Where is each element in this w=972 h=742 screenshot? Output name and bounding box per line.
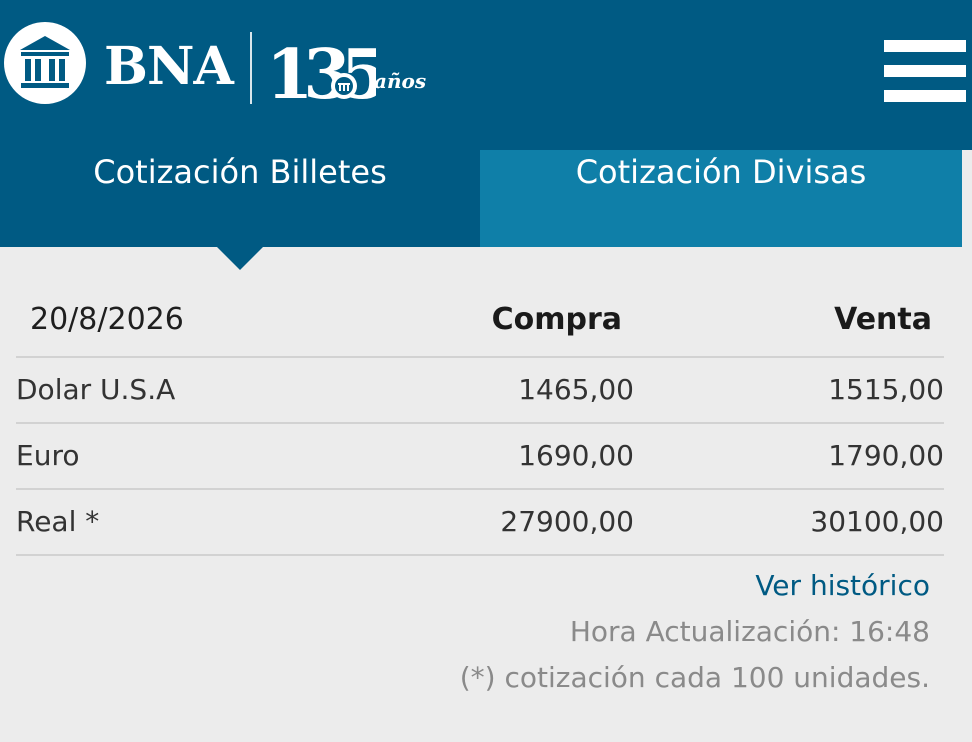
venta-value: 1790,00 <box>828 439 944 472</box>
venta-value: 1515,00 <box>828 373 944 406</box>
bank-building-icon <box>20 36 70 88</box>
tab-cotizacion-divisas[interactable]: Cotización Divisas <box>480 150 962 247</box>
compra-value: 27900,00 <box>500 505 634 538</box>
menu-bar <box>884 90 966 102</box>
currency-name: Dolar U.S.A <box>16 373 176 406</box>
anniversary-135-logo: 135 <box>266 35 376 110</box>
table-header: 20/8/2026 Compra Venta <box>16 290 944 358</box>
table-row: Dolar U.S.A 1465,00 1515,00 <box>16 358 944 424</box>
anniversary-suffix: años <box>374 69 427 93</box>
app-header: BNA 135 años <box>0 0 972 150</box>
ver-historico-link[interactable]: Ver histórico <box>755 566 930 606</box>
menu-bar <box>884 40 966 52</box>
rates-date: 20/8/2026 <box>30 302 184 337</box>
tab-label: Cotización Divisas <box>575 153 867 191</box>
rates-table: 20/8/2026 Compra Venta Dolar U.S.A 1465,… <box>16 290 944 556</box>
menu-bar <box>884 65 966 77</box>
active-tab-pointer <box>216 246 264 270</box>
footnote: (*) cotización cada 100 unidades. <box>459 661 930 694</box>
venta-value: 30100,00 <box>810 505 944 538</box>
currency-name: Real * <box>16 505 100 538</box>
currency-name: Euro <box>16 439 80 472</box>
brand-divider <box>250 32 252 104</box>
anniversary-number: 135 <box>266 35 376 110</box>
compra-value: 1465,00 <box>518 373 634 406</box>
table-row: Euro 1690,00 1790,00 <box>16 424 944 490</box>
update-time: Hora Actualización: 16:48 <box>569 615 930 648</box>
hamburger-menu-icon[interactable] <box>884 40 966 102</box>
compra-value: 1690,00 <box>518 439 634 472</box>
column-header-venta: Venta <box>834 302 932 337</box>
tab-cotizacion-billetes[interactable]: Cotización Billetes <box>0 150 480 247</box>
tab-label: Cotización Billetes <box>93 153 387 191</box>
brand-name: BNA <box>104 36 234 97</box>
bank-logo[interactable] <box>4 22 86 104</box>
table-row: Real * 27900,00 30100,00 <box>16 490 944 556</box>
column-header-compra: Compra <box>491 302 622 337</box>
